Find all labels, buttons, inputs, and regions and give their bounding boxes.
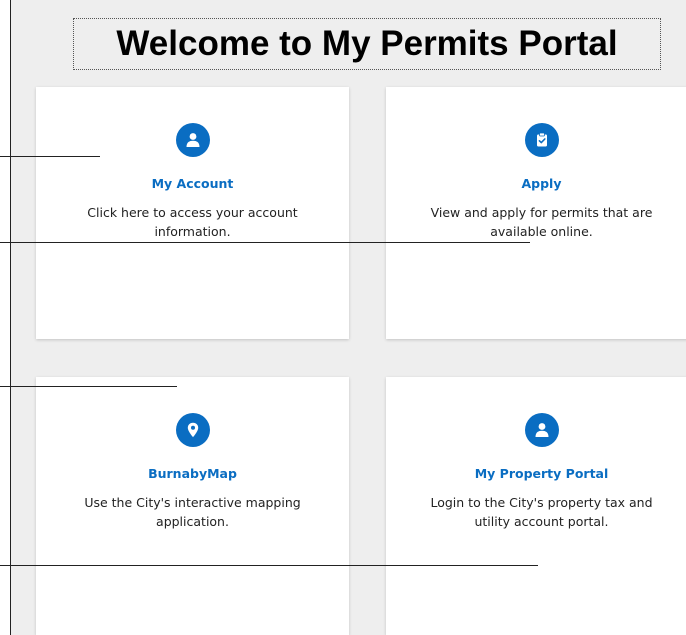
card-title[interactable]: My Property Portal — [386, 466, 686, 481]
portal-panel: Welcome to My Permits Portal My Account … — [10, 0, 686, 635]
card-description: Use the City's interactive mapping appli… — [84, 495, 301, 529]
user-icon — [175, 123, 210, 157]
card-title[interactable]: Apply — [386, 176, 686, 191]
card-description: View and apply for permits that are avai… — [430, 205, 653, 239]
annotation-line — [0, 242, 530, 243]
annotation-line — [0, 565, 538, 566]
page-title: Welcome to My Permits Portal — [116, 24, 618, 63]
card-title[interactable]: BurnabyMap — [36, 466, 349, 481]
card-description: Click here to access your account inform… — [87, 205, 298, 239]
card-description: Login to the City's property tax and uti… — [430, 495, 653, 529]
card-my-property-portal[interactable]: My Property Portal Login to the City's p… — [386, 377, 686, 635]
user-icon — [524, 413, 559, 447]
card-my-account[interactable]: My Account Click here to access your acc… — [36, 87, 349, 339]
annotation-line — [0, 156, 100, 157]
annotation-line — [0, 386, 177, 387]
page-title-box: Welcome to My Permits Portal — [73, 18, 661, 70]
map-pin-icon — [175, 413, 210, 447]
card-title[interactable]: My Account — [36, 176, 349, 191]
card-burnabymap[interactable]: BurnabyMap Use the City's interactive ma… — [36, 377, 349, 635]
clipboard-check-icon — [524, 123, 559, 157]
card-apply[interactable]: Apply View and apply for permits that ar… — [386, 87, 686, 339]
